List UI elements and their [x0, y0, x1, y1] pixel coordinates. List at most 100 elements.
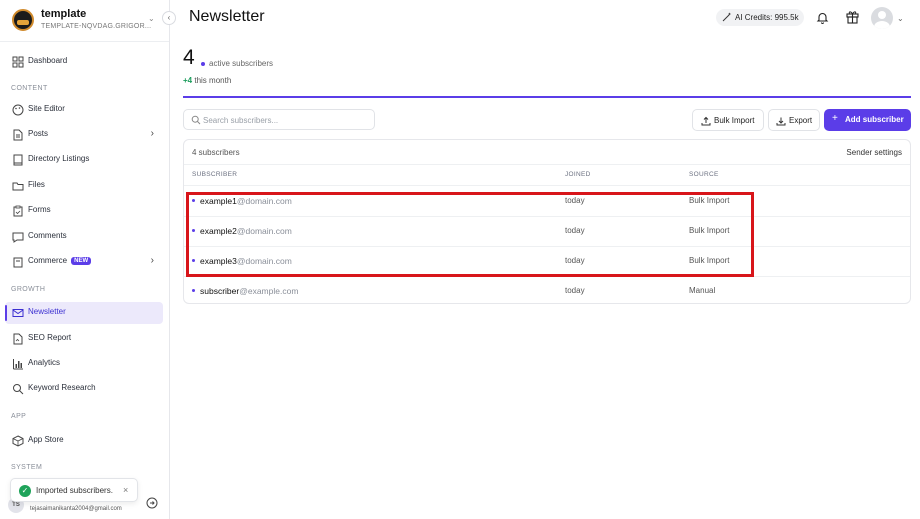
- section-label-app: APP: [11, 413, 27, 420]
- commerce-label: Commerce: [28, 256, 68, 265]
- gift-icon[interactable]: [845, 9, 860, 24]
- add-subscriber-button[interactable]: + Add subscriber: [824, 109, 911, 131]
- sidebar-item-files[interactable]: Files: [5, 175, 163, 197]
- sidebar-item-forms[interactable]: Forms: [5, 200, 163, 222]
- bar-chart-icon: [13, 359, 23, 370]
- workspace-name: template: [41, 8, 87, 20]
- book-icon: [13, 154, 23, 166]
- monthly-delta: +4 this month: [183, 76, 231, 85]
- workspace-switcher[interactable]: template TEMPLATE-NQVDAG.GRIGOR... ⌄: [12, 7, 162, 31]
- sidebar-item-posts[interactable]: Posts ›: [5, 124, 163, 146]
- status-dot: [192, 289, 195, 292]
- table-row[interactable]: example2@domain.com today Bulk Import: [184, 216, 910, 246]
- chevron-down-icon[interactable]: ⌄: [897, 14, 904, 23]
- sidebar-item-keyword-research[interactable]: Keyword Research: [5, 378, 163, 400]
- document-icon: [13, 129, 23, 141]
- mail-icon: [12, 309, 24, 317]
- bulk-import-button[interactable]: Bulk Import: [692, 109, 764, 131]
- dashboard-icon: [12, 56, 24, 68]
- divider: [184, 164, 910, 165]
- comment-icon: [12, 232, 24, 243]
- status-dot: [192, 229, 195, 232]
- palette-icon: [12, 104, 24, 116]
- workspace-subtitle: TEMPLATE-NQVDAG.GRIGOR...: [41, 23, 152, 30]
- email-domain: @domain.com: [236, 256, 292, 266]
- upload-icon: [701, 116, 711, 126]
- subscriber-count-label: active subscribers: [209, 59, 274, 68]
- column-header-source: SOURCE: [689, 171, 719, 178]
- email-user: example2: [200, 226, 237, 236]
- joined-date: today: [565, 226, 585, 235]
- sidebar-item-dashboard[interactable]: Dashboard: [5, 51, 163, 73]
- bulk-import-label: Bulk Import: [714, 116, 755, 125]
- chevron-right-icon: ›: [150, 128, 154, 139]
- subscriber-source: Bulk Import: [689, 226, 730, 235]
- logout-icon[interactable]: [146, 497, 158, 509]
- user-email: tejasaimanikanta2004@gmail.com: [30, 506, 122, 512]
- seo-icon: [13, 333, 23, 345]
- search-icon: [191, 115, 201, 125]
- collapse-sidebar-button[interactable]: ‹: [162, 11, 176, 25]
- profile-avatar[interactable]: [871, 7, 893, 29]
- sidebar-item-app-store[interactable]: App Store: [5, 430, 163, 452]
- close-icon[interactable]: ×: [123, 485, 128, 495]
- subscribers-table: 4 subscribers Sender settings SUBSCRIBER…: [183, 139, 911, 304]
- column-header-joined: JOINED: [565, 171, 591, 178]
- subscriber-source: Manual: [689, 286, 716, 295]
- sidebar-item-commerce[interactable]: Commerce NEW ›: [5, 251, 163, 273]
- folder-icon: [12, 182, 24, 191]
- commerce-icon: [13, 257, 23, 268]
- export-button[interactable]: Export: [768, 109, 820, 131]
- joined-date: today: [565, 196, 585, 205]
- sidebar-item-label: Files: [28, 180, 45, 189]
- box-icon: [12, 435, 24, 447]
- sidebar-item-newsletter[interactable]: Newsletter: [5, 302, 163, 324]
- delta-value: +4: [183, 76, 193, 85]
- section-label-system: SYSTEM: [11, 464, 43, 471]
- sidebar-item-comments[interactable]: Comments: [5, 226, 163, 248]
- chevron-down-icon: ⌄: [148, 14, 155, 23]
- subscriber-source: Bulk Import: [689, 256, 730, 265]
- plus-icon: +: [832, 113, 838, 124]
- sidebar-item-label: SEO Report: [28, 333, 72, 342]
- section-label-content: CONTENT: [11, 85, 48, 92]
- sidebar: template TEMPLATE-NQVDAG.GRIGOR... ⌄ Das…: [0, 0, 170, 519]
- sidebar-item-site-editor[interactable]: Site Editor: [5, 99, 163, 121]
- search-box[interactable]: [183, 109, 375, 130]
- email-user: example3: [200, 256, 237, 266]
- stats-divider-bar: [183, 96, 911, 98]
- email-domain: @domain.com: [236, 196, 292, 206]
- toast-notification: ✓ Imported subscribers. ×: [10, 478, 138, 502]
- subscriber-email: subscriber@example.com: [200, 286, 298, 296]
- sidebar-item-seo-report[interactable]: SEO Report: [5, 328, 163, 350]
- joined-date: today: [565, 256, 585, 265]
- delta-label: this month: [194, 76, 232, 85]
- sidebar-item-label: Keyword Research: [28, 383, 96, 392]
- ai-credits-text: AI Credits: 995.5k: [735, 13, 799, 22]
- sidebar-item-label: Newsletter: [28, 307, 66, 316]
- sidebar-item-label: Directory Listings: [28, 154, 90, 163]
- search-input[interactable]: [203, 113, 368, 127]
- check-icon: ✓: [19, 485, 31, 497]
- sidebar-item-directory-listings[interactable]: Directory Listings: [5, 149, 163, 171]
- subscriber-email: example2@domain.com: [200, 226, 292, 236]
- add-subscriber-label: Add subscriber: [845, 115, 904, 124]
- subscriber-source: Bulk Import: [689, 196, 730, 205]
- email-domain: @example.com: [239, 286, 299, 296]
- sidebar-item-label: Analytics: [28, 358, 61, 367]
- sender-settings-link[interactable]: Sender settings: [846, 148, 902, 157]
- magic-wand-icon: [722, 12, 731, 22]
- toast-message: Imported subscribers.: [36, 486, 113, 495]
- sidebar-divider: [0, 41, 169, 42]
- clipboard-icon: [13, 205, 23, 217]
- table-row[interactable]: subscriber@example.com today Manual: [184, 276, 910, 306]
- table-row[interactable]: example3@domain.com today Bulk Import: [184, 246, 910, 276]
- ai-credits-badge[interactable]: AI Credits: 995.5k: [716, 9, 804, 26]
- sidebar-item-analytics[interactable]: Analytics: [5, 353, 163, 375]
- sidebar-item-label: Site Editor: [28, 104, 65, 113]
- table-row[interactable]: example1@domain.com today Bulk Import: [184, 186, 910, 216]
- bell-icon[interactable]: [816, 11, 829, 24]
- new-badge: NEW: [71, 257, 92, 265]
- section-label-growth: GROWTH: [11, 286, 46, 293]
- status-dot: [192, 259, 195, 262]
